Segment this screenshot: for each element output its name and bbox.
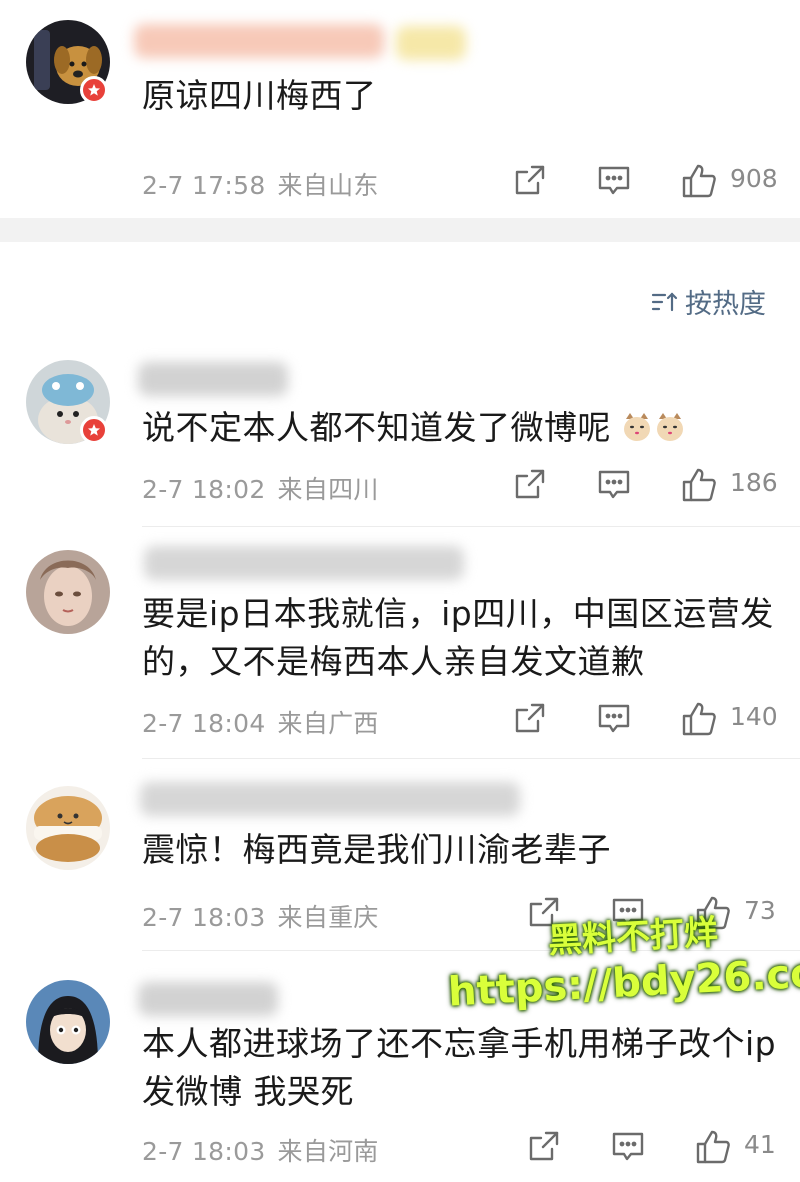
comment-icon[interactable]: [596, 466, 632, 502]
row-divider: [142, 950, 800, 951]
share-icon[interactable]: [512, 162, 548, 198]
like-count: 73: [744, 896, 776, 925]
like-count: 186: [730, 468, 778, 497]
comment-item-top: 原谅四川梅西了 2-7 17:58 来自山东 908: [0, 0, 800, 218]
sort-by-heat-button[interactable]: 按热度: [651, 282, 766, 321]
sort-label: 按热度: [685, 289, 766, 320]
comment-actions: 908: [0, 162, 800, 202]
thumbs-up-icon[interactable]: [680, 466, 718, 504]
section-divider: [0, 218, 800, 242]
row-divider: [142, 526, 800, 527]
username-blurred[interactable]: [140, 782, 520, 816]
comment-actions: 73: [0, 894, 800, 934]
thumbs-up-icon[interactable]: [680, 700, 718, 738]
thumbs-up-icon[interactable]: [694, 894, 732, 932]
share-icon[interactable]: [512, 700, 548, 736]
verified-badge-icon: [80, 416, 108, 444]
comment-text: 原谅四川梅西了: [142, 76, 377, 115]
username-blurred[interactable]: [144, 546, 464, 580]
comment-icon[interactable]: [596, 162, 632, 198]
comment-text: 震惊！梅西竟是我们川渝老辈子: [142, 830, 611, 869]
username-blurred[interactable]: [134, 24, 384, 58]
comment-text: 要是ip日本我就信，ip四川，中国区运营发的，又不是梅西本人亲自发文道歉: [142, 594, 774, 681]
comment-text-body: 说不定本人都不知道发了微博呢: [142, 408, 611, 447]
comment-item: 本人都进球场了还不忘拿手机用梯子改个ip发微博 我哭死 2-7 18:03 来自河…: [0, 960, 800, 1182]
comment-icon[interactable]: [596, 700, 632, 736]
comment-text: 说不定本人都不知道发了微博呢: [142, 404, 782, 456]
verified-badge-icon: [80, 76, 108, 104]
share-icon[interactable]: [526, 1128, 562, 1164]
avatar[interactable]: [26, 786, 110, 870]
share-icon[interactable]: [526, 894, 562, 930]
comment-text: 本人都进球场了还不忘拿手机用梯子改个ip发微博 我哭死: [142, 1024, 777, 1111]
row-divider: [142, 758, 800, 759]
comment-actions: 41: [0, 1128, 800, 1168]
like-count: 908: [730, 164, 778, 193]
avatar[interactable]: [26, 980, 110, 1064]
cat-emoji-icon: [622, 408, 686, 456]
avatar[interactable]: [26, 550, 110, 634]
comment-item: 说不定本人都不知道发了微博呢 2-7 18:02 来自四川 186: [0, 340, 800, 530]
share-icon[interactable]: [512, 466, 548, 502]
like-count: 140: [730, 702, 778, 731]
thumbs-up-icon[interactable]: [694, 1128, 732, 1166]
comment-actions: 186: [0, 466, 800, 506]
thumbs-up-icon[interactable]: [680, 162, 718, 200]
like-count: 41: [744, 1130, 776, 1159]
comment-actions: 140: [0, 700, 800, 740]
comment-item: 震惊！梅西竟是我们川渝老辈子 2-7 18:03 来自重庆 73: [0, 760, 800, 960]
username-blurred[interactable]: [138, 362, 288, 396]
user-level-badge-blurred: [396, 26, 466, 60]
comment-item: 要是ip日本我就信，ip四川，中国区运营发的，又不是梅西本人亲自发文道歉 2-7…: [0, 530, 800, 760]
comment-icon[interactable]: [610, 894, 646, 930]
username-blurred[interactable]: [138, 982, 278, 1016]
sort-icon: [651, 291, 678, 311]
comment-icon[interactable]: [610, 1128, 646, 1164]
